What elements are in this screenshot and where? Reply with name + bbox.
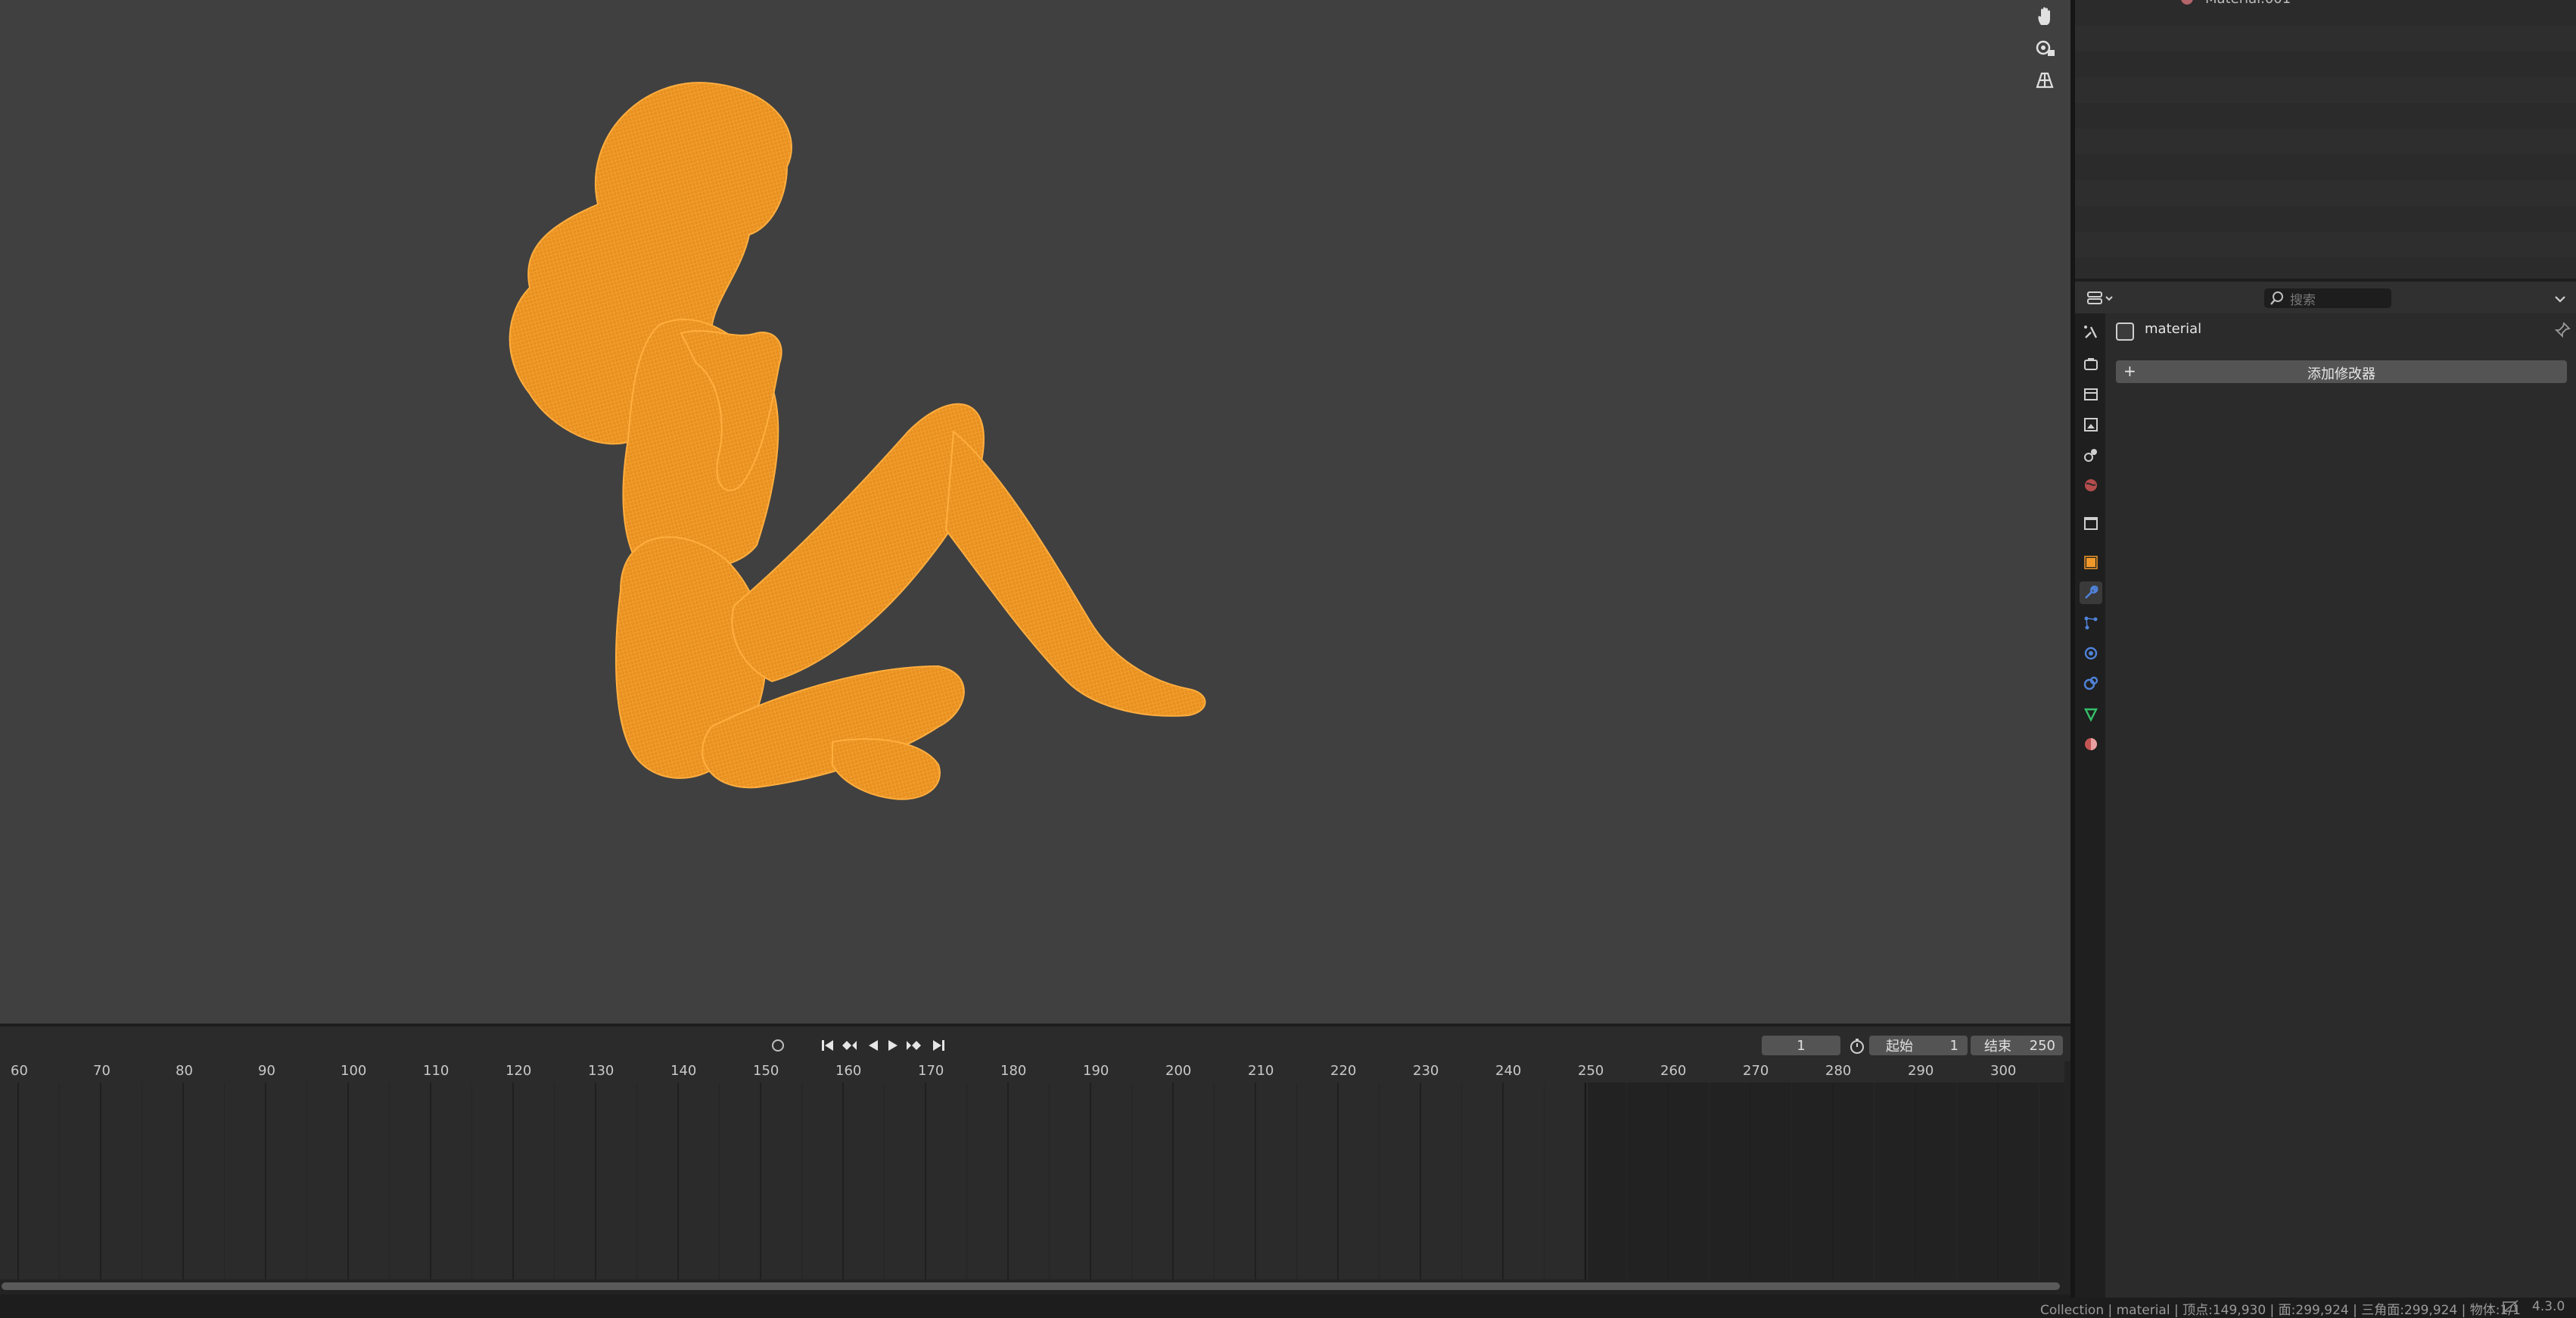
ruler-tick-label: 230 [1413, 1063, 1439, 1079]
ruler-tick-label: 80 [176, 1063, 193, 1079]
outliner-row [2075, 232, 2576, 257]
status-bar: Collection | material | 顶点:149,930 | 面:2… [0, 1298, 2576, 1318]
physics-tab-icon[interactable] [2080, 642, 2102, 665]
options-chevron-icon[interactable] [2552, 291, 2568, 307]
properties-content: material + 添加修改器 [2105, 313, 2576, 1298]
properties-header: 搜索 [2075, 279, 2576, 316]
outliner-row [2075, 129, 2576, 154]
timeline-side-scrollbar[interactable] [2064, 1061, 2070, 1279]
outliner-row [2075, 77, 2576, 103]
start-value: 1 [1949, 1037, 1958, 1054]
material-tab-icon[interactable] [2080, 733, 2102, 756]
outliner-panel[interactable]: Material.001 [2075, 0, 2576, 279]
timeline-grid [17, 1083, 2040, 1279]
ruler-tick-label: 120 [506, 1063, 532, 1079]
ruler-tick-label: 290 [1908, 1063, 1934, 1079]
ortho-grid-icon[interactable] [2028, 64, 2061, 97]
ruler-tick-label: 150 [753, 1063, 779, 1079]
collection-tab-icon[interactable] [2080, 512, 2102, 534]
ruler-tick-label: 60 [11, 1063, 28, 1079]
scene-tab-icon[interactable] [2080, 444, 2102, 466]
outliner-item-label[interactable]: Material.001 [2205, 0, 2291, 7]
pan-hand-icon[interactable] [2028, 0, 2061, 33]
ruler-tick-label: 280 [1825, 1063, 1852, 1079]
timeline-ruler[interactable]: 60 70 80 90 100 110 120 130 140 150 160 170 180 190 20… [0, 1061, 2070, 1083]
jump-to-end-button[interactable] [929, 1035, 947, 1056]
selected-mesh-figure[interactable] [484, 76, 1226, 802]
end-value: 250 [2029, 1037, 2055, 1054]
data-tab-icon[interactable] [2080, 703, 2102, 725]
object-tab-icon[interactable] [2080, 551, 2102, 574]
search-placeholder: 搜索 [2290, 292, 2316, 308]
stopwatch-icon[interactable] [1848, 1037, 1866, 1055]
outliner-row [2075, 154, 2576, 180]
ruler-tick-label: 200 [1165, 1063, 1192, 1079]
material-icon [2181, 0, 2193, 5]
outliner-row[interactable]: Material.001 [2075, 0, 2576, 26]
3d-viewport[interactable] [0, 0, 2070, 1024]
play-reverse-button[interactable] [864, 1035, 882, 1056]
start-label: 起始 [1886, 1039, 1913, 1055]
tool-settings-tab-icon[interactable] [2080, 321, 2102, 344]
current-frame-field[interactable]: 1 [1762, 1036, 1840, 1055]
add-modifier-button[interactable]: + 添加修改器 [2116, 360, 2567, 383]
end-frame-field[interactable]: 结束 250 [1971, 1036, 2063, 1055]
outliner-row [2075, 257, 2576, 279]
start-frame-field[interactable]: 起始 1 [1869, 1036, 1968, 1055]
ruler-tick-label: 90 [258, 1063, 275, 1079]
status-sep-icon [2501, 1299, 2519, 1318]
ruler-tick-label: 160 [835, 1063, 862, 1079]
outliner-row [2075, 206, 2576, 232]
ruler-tick-label: 190 [1083, 1063, 1109, 1079]
ruler-tick-label: 100 [341, 1063, 367, 1079]
ruler-tick-label: 110 [423, 1063, 450, 1079]
scene-statistics: Collection | material | 顶点:149,930 | 面:2… [2040, 1303, 2521, 1318]
particles-tab-icon[interactable] [2080, 612, 2102, 634]
timeline-header: 1 起始 1 结束 250 [0, 1024, 2070, 1061]
timeline-track-area[interactable] [0, 1083, 2070, 1279]
search-field[interactable]: 搜索 [2264, 288, 2391, 308]
outliner-row [2075, 180, 2576, 206]
play-button[interactable] [884, 1035, 902, 1056]
pin-icon[interactable] [2553, 321, 2571, 339]
constraints-tab-icon[interactable] [2080, 672, 2102, 695]
object-name: material [2145, 321, 2202, 337]
view-layer-tab-icon[interactable] [2080, 413, 2102, 436]
search-icon [2270, 291, 2283, 305]
next-keyframe-button[interactable] [905, 1035, 923, 1056]
current-frame-value: 1 [1797, 1037, 1806, 1054]
prev-keyframe-button[interactable] [840, 1035, 858, 1056]
outliner-row [2075, 26, 2576, 51]
ruler-tick-label: 130 [588, 1063, 614, 1079]
output-tab-icon[interactable] [2080, 383, 2102, 406]
end-label: 结束 [1984, 1039, 2011, 1055]
world-tab-icon[interactable] [2080, 474, 2102, 497]
timeline-scrollbar[interactable] [0, 1279, 2070, 1295]
ruler-tick-label: 210 [1248, 1063, 1274, 1079]
ruler-tick-label: 270 [1743, 1063, 1769, 1079]
properties-tab-bar [2075, 313, 2105, 1298]
ruler-tick-label: 140 [670, 1063, 697, 1079]
ruler-tick-label: 70 [93, 1063, 110, 1079]
outliner-row [2075, 51, 2576, 77]
camera-view-icon[interactable] [2028, 32, 2061, 65]
scrollbar-thumb[interactable] [2, 1282, 2060, 1290]
outliner-row [2075, 103, 2576, 129]
ruler-tick-label: 180 [1000, 1063, 1027, 1079]
ruler-tick-label: 170 [918, 1063, 944, 1079]
add-modifier-label: 添加修改器 [2307, 366, 2375, 382]
modifier-tab-icon[interactable] [2080, 581, 2102, 604]
jump-to-start-button[interactable] [819, 1035, 837, 1056]
ruler-tick-label: 260 [1660, 1063, 1687, 1079]
blender-version: 4.3.0 [2532, 1299, 2565, 1314]
ruler-tick-label: 220 [1330, 1063, 1357, 1079]
render-tab-icon[interactable] [2080, 353, 2102, 375]
editor-type-dropdown[interactable] [2084, 288, 2116, 309]
object-data-icon [2116, 322, 2134, 341]
ruler-tick-label: 300 [1990, 1063, 2017, 1079]
keyframe-dot-icon[interactable] [769, 1035, 787, 1056]
ruler-tick-label: 250 [1578, 1063, 1604, 1079]
ruler-tick-label: 240 [1495, 1063, 1522, 1079]
